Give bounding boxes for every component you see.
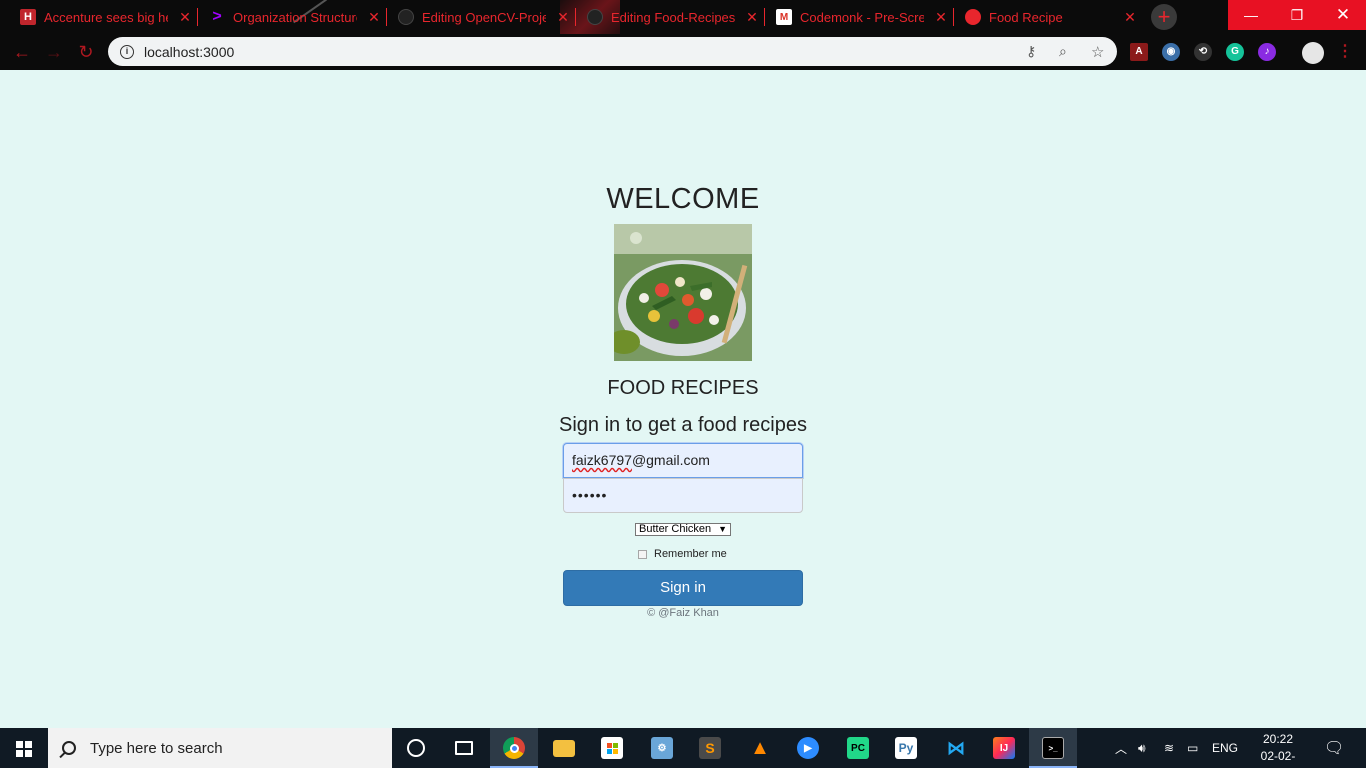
remember-me-checkbox[interactable] [638, 549, 647, 559]
salad-image [614, 224, 752, 361]
github-icon [587, 9, 603, 25]
tab-codemonk[interactable]: M Codemonk - Pre-Screen ✕ [756, 0, 948, 34]
terminal-icon[interactable]: >_ [1029, 728, 1077, 768]
recipe-select[interactable]: Butter Chicken ▼ [635, 523, 731, 536]
new-tab-button[interactable]: + [1151, 4, 1177, 30]
taskbar-search[interactable]: Type here to search [48, 728, 392, 768]
extension-icon[interactable]: ⟲ [1194, 43, 1212, 61]
wifi-icon[interactable]: ≋ [1164, 728, 1174, 768]
zoom-icon[interactable]: ⌕ [1059, 43, 1067, 60]
search-icon [62, 741, 76, 755]
vscode-icon[interactable]: ⋈ [932, 728, 980, 768]
python-icon[interactable]: Py [882, 728, 930, 768]
intellij-icon[interactable]: IJ [980, 728, 1028, 768]
tab-title: Accenture sees big hea [44, 9, 168, 25]
language-indicator[interactable]: ENG [1212, 728, 1238, 768]
tab-title: Editing Food-Recipes-/ [611, 9, 735, 25]
remember-me-label: Remember me [654, 548, 727, 560]
sign-in-button[interactable]: Sign in [563, 570, 803, 606]
tab-title: Editing OpenCV-Projec [422, 9, 546, 25]
owl-extension-icon[interactable]: ◉ [1162, 43, 1180, 61]
tab-accenture[interactable]: H Accenture sees big hea ✕ [0, 0, 192, 34]
battery-icon[interactable]: ▭ [1187, 728, 1198, 768]
system-clock[interactable]: 20:22 02-02-2020 [1248, 731, 1308, 768]
address-bar[interactable]: i localhost:3000 ⚷ ⌕ ☆ [108, 37, 1117, 66]
welcome-heading: WELCOME [606, 183, 760, 215]
brand-title: FOOD RECIPES [607, 377, 759, 399]
email-field[interactable]: faizk6797@gmail.com [563, 443, 803, 478]
forward-icon[interactable]: → [44, 42, 64, 63]
task-view-icon[interactable] [440, 728, 488, 768]
notification-icon[interactable]: 🗨︎ [1324, 728, 1344, 768]
file-explorer-icon[interactable] [540, 728, 588, 768]
info-icon[interactable]: i [120, 44, 134, 59]
clock-time: 20:22 [1262, 732, 1294, 746]
tab-editing-opencv[interactable]: Editing OpenCV-Projec ✕ [378, 0, 570, 34]
windows-logo-icon [16, 741, 32, 757]
cortana-icon[interactable] [392, 728, 440, 768]
close-icon[interactable]: ✕ [1123, 9, 1137, 26]
clock-date: 02-02-2020 [1260, 749, 1296, 768]
pdf-extension-icon[interactable]: A [1130, 43, 1148, 61]
restore-icon[interactable]: ❐ [1274, 0, 1320, 30]
tab-organization-structure[interactable]: > Organization Structure ✕ [189, 0, 381, 34]
back-icon[interactable]: ← [12, 42, 32, 63]
tab-title: Food Recipe [989, 9, 1063, 25]
sublime-text-icon[interactable]: S [686, 728, 734, 768]
tab-title: Organization Structure [233, 9, 357, 25]
gmail-icon: M [776, 9, 792, 25]
tab-title: Codemonk - Pre-Screen [800, 9, 924, 25]
tools-icon[interactable]: ⚙ [638, 728, 686, 768]
minimize-icon[interactable]: — [1228, 0, 1274, 30]
password-field[interactable]: •••••• [563, 478, 803, 513]
pycharm-icon[interactable]: PC [834, 728, 882, 768]
search-placeholder: Type here to search [90, 739, 223, 757]
volume-icon[interactable]: 🔊︎ [1138, 728, 1146, 768]
show-hidden-icons-icon[interactable]: ︿ [1115, 728, 1127, 768]
dropdown-arrow-icon: ▼ [718, 524, 727, 534]
accenture-icon: > [212, 8, 222, 25]
bookmark-star-icon[interactable]: ☆ [1091, 43, 1104, 61]
url-text: localhost:3000 [144, 43, 235, 60]
react-icon [965, 9, 981, 25]
vlc-icon[interactable]: ▲ [736, 728, 784, 768]
start-button[interactable] [0, 728, 48, 768]
key-icon[interactable]: ⚷ [1026, 43, 1036, 60]
chrome-icon[interactable] [490, 728, 538, 768]
email-domain-text: @gmail.com [631, 452, 710, 468]
copyright-text: © @Faiz Khan [647, 607, 719, 619]
store-icon[interactable] [588, 728, 636, 768]
grammarly-icon[interactable]: G [1226, 43, 1244, 61]
menu-kebab-icon[interactable]: ⋮ [1336, 43, 1354, 61]
recipe-select-value: Butter Chicken [639, 523, 712, 535]
close-window-icon[interactable]: ✕ [1320, 0, 1366, 30]
github-icon [398, 9, 414, 25]
extension-icon[interactable]: ♪ [1258, 43, 1276, 61]
email-username-text: faizk6797 [572, 452, 632, 468]
zoom-app-icon[interactable]: ▶ [784, 728, 832, 768]
hacker-news-icon: H [20, 9, 36, 25]
browser-titlebar: H Accenture sees big hea ✕ > Organizatio… [0, 0, 1366, 34]
windows-taskbar: Type here to search ⚙ S ▲ ▶ PC Py ⋈ IJ >… [0, 728, 1366, 768]
reload-icon[interactable]: ↻ [76, 42, 96, 63]
tab-editing-food-recipes[interactable]: Editing Food-Recipes-/ ✕ [567, 0, 759, 34]
profile-avatar[interactable] [1302, 42, 1324, 64]
tab-food-recipe-active[interactable]: Food Recipe ✕ [945, 0, 1137, 34]
remember-me[interactable]: Remember me [638, 548, 727, 560]
signin-heading: Sign in to get a food recipes [559, 414, 807, 436]
browser-toolbar: ← → ↻ i localhost:3000 ⚷ ⌕ ☆ A ◉ ⟲ G ♪ ⋮ [0, 34, 1366, 70]
